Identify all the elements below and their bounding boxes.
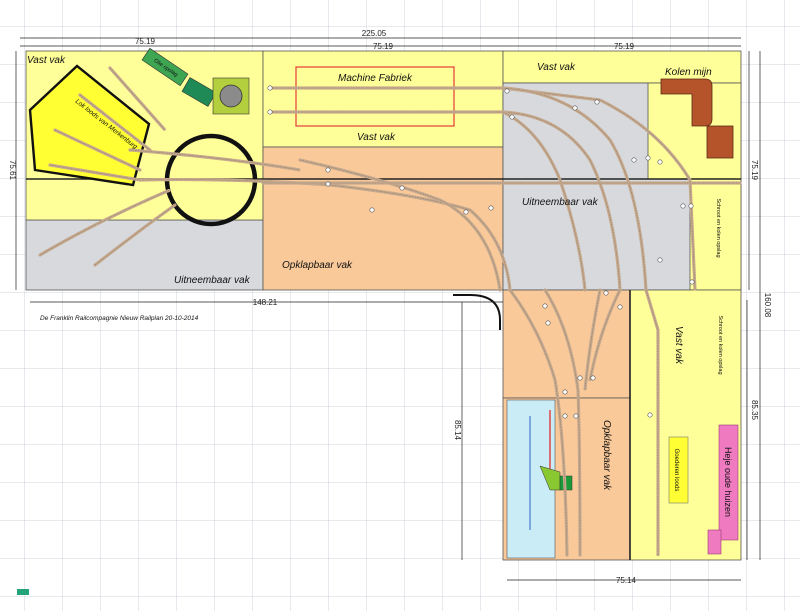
turnout-marker	[325, 181, 331, 187]
dim-seg-left: 75.19	[135, 37, 156, 46]
label-uitneembaar-right: Uitneembaar vak	[522, 197, 599, 208]
turnout-marker	[325, 167, 331, 173]
turnout-marker	[631, 157, 637, 163]
turnout-marker	[657, 159, 663, 165]
turnout-marker	[267, 85, 273, 91]
label-opklapbaar-center: Opklapbaar vak	[282, 260, 353, 271]
dim-lower-height-left: 85.14	[453, 420, 462, 441]
label-schroot-2: Schroot en kolen opslag	[717, 315, 723, 374]
label-uitneembaar-left: Uitneembaar vak	[174, 275, 251, 286]
teal-marker	[17, 589, 29, 595]
turnout-marker	[562, 413, 568, 419]
label-vast-vak-left: Vast vak	[27, 55, 66, 66]
turnout-marker	[577, 375, 583, 381]
dim-seg-right: 75.19	[614, 42, 635, 51]
dim-lower-height-right: 85.35	[750, 400, 759, 421]
label-vast-vak-center: Vast vak	[357, 132, 396, 143]
turnout-marker	[545, 320, 551, 326]
label-footer: De Franklin Railcompagnie Nieuw Railplan…	[40, 315, 199, 322]
label-heje-oude-huizen: Heje oude huizen	[723, 447, 733, 517]
turnout-marker	[590, 375, 596, 381]
kolen-mijn-building	[706, 125, 734, 159]
label-vast-vak-lower-right: Vast vak	[673, 326, 684, 365]
label-kolen-mijn: Kolen mijn	[665, 67, 712, 78]
label-goederen-loods: Goederen loods	[673, 449, 679, 492]
turnout-marker	[594, 99, 600, 105]
turnout-marker	[572, 105, 578, 111]
dim-bottom-width: 75.14	[616, 576, 637, 585]
turnout-marker	[509, 114, 515, 120]
dim-bottom-left-width: 148.21	[253, 298, 278, 307]
label-vast-vak-right: Vast vak	[537, 62, 576, 73]
turnout-marker	[617, 304, 623, 310]
turnout-marker	[657, 257, 663, 263]
turnout-marker	[647, 412, 653, 418]
turnout-marker	[488, 205, 494, 211]
turnout-marker	[542, 303, 548, 309]
dim-right-height-top: 75.19	[750, 160, 759, 181]
turnout-marker	[369, 207, 375, 213]
turnout-marker	[603, 290, 609, 296]
turnout-marker	[399, 185, 405, 191]
turnout-marker	[645, 155, 651, 161]
turnout-marker	[680, 203, 686, 209]
dim-total-height: 160.08	[763, 293, 772, 318]
turnout-marker	[688, 203, 694, 209]
turnout-marker	[562, 389, 568, 395]
turnout-marker	[573, 413, 579, 419]
dim-seg-mid: 75.19	[373, 42, 394, 51]
heje-huis-small	[707, 529, 722, 555]
label-machine-fabriek: Machine Fabriek	[338, 73, 413, 84]
turnout-marker	[504, 88, 510, 94]
turnout-marker	[689, 279, 695, 285]
turnout-marker	[267, 109, 273, 115]
olie-tank	[219, 84, 243, 108]
label-schroot-1: Schroot en kolen opslag	[715, 198, 721, 257]
dim-left-height: 75.61	[8, 160, 17, 181]
railway-plan: Vast vak Vast vak Vast vak Machine Fabri…	[0, 0, 800, 611]
turnout-marker	[463, 209, 469, 215]
dim-total-width: 225.05	[362, 29, 387, 38]
label-opklapbaar-lower: Opklapbaar vak	[601, 420, 612, 491]
